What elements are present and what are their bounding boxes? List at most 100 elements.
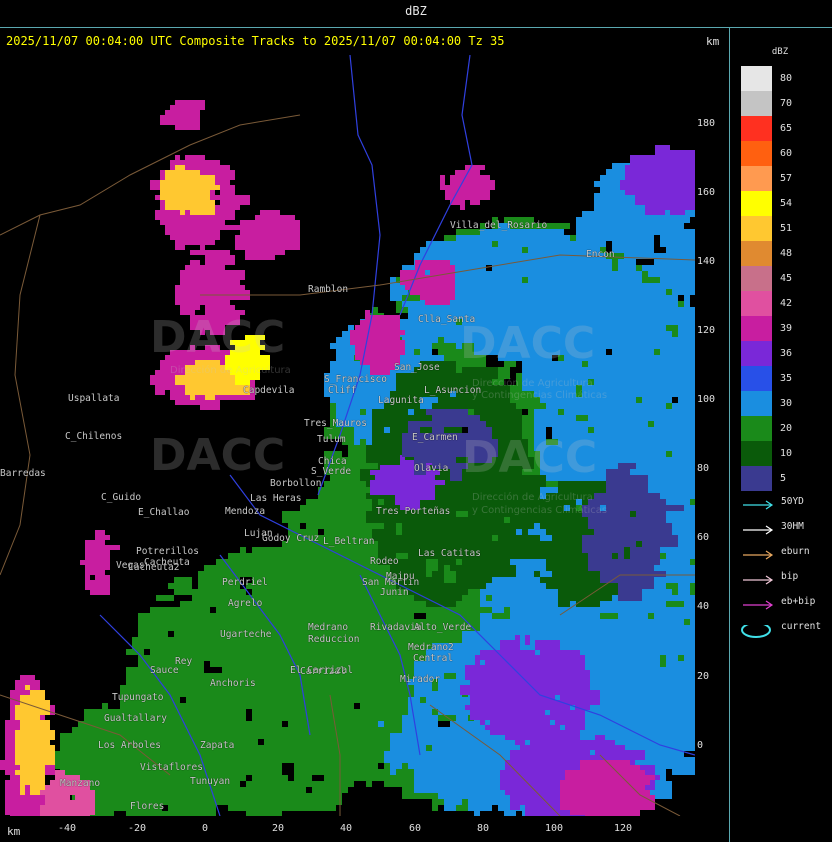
y-tick-label: 20 [697,671,710,682]
place-label: Cacheuta2 [128,562,180,573]
place-label: E_Challao [138,507,190,518]
y-tick-label: 60 [697,532,710,543]
x-tick-label: 100 [545,823,564,834]
frame-top-line [0,27,832,28]
place-label: L_Beltran [323,536,375,547]
x-tick-label: 20 [272,823,285,834]
place-label: Lujan [244,528,273,539]
legend-level-label: 35 [780,373,793,384]
x-tick-label: 60 [409,823,422,834]
composite-tracks-header: 2025/11/07 00:04:00 UTC Composite Tracks… [6,34,505,48]
place-label: Ramblon [308,284,349,295]
watermark-subtext: Dirección de Agricultura [472,378,593,389]
legend-swatch [741,391,772,416]
legend-level-label: 20 [780,423,793,434]
legend-swatch [741,341,772,366]
place-label: C_Chilenos [65,431,123,442]
legend-level-label: 10 [780,448,793,459]
legend-level-label: 70 [780,98,793,109]
place-label: Tunuyan [190,776,231,787]
legend-swatch [741,266,772,291]
legend-swatch [741,291,772,316]
legend-swatch [741,466,772,491]
place-label: Central [413,653,454,664]
legend-swatch [741,66,772,91]
legend-level-label: 45 [780,273,793,284]
frame-sidebar-line [729,27,730,842]
place-label: Tupungato [112,692,164,703]
place-label: Mendoza [225,506,266,517]
place-label: Perdriel [222,577,268,588]
track-legend-label: eburn [781,546,810,557]
place-label: Medrano2 [408,642,454,653]
place-label: Rey [175,656,193,667]
place-label: Alto_Verde [414,622,472,633]
x-tick-label: 0 [202,823,209,834]
track-legend-item: bip [741,571,829,587]
window-title: dBZ [405,4,427,18]
watermark-text: DACC [150,312,286,363]
place-label: Gualtallary [104,713,167,724]
legend-level-label: 57 [780,173,793,184]
y-tick-label: 120 [697,325,716,336]
legend-level-label: 51 [780,223,793,234]
legend-level-label: 39 [780,323,793,334]
x-tick-label: 80 [477,823,490,834]
place-label: Barredas [0,468,46,479]
place-label: Uspallata [68,393,120,404]
place-label: C_Guido [101,492,142,503]
y-tick-label: 40 [697,601,710,612]
track-arrow-icon [743,600,774,610]
watermark-text: DACC [150,430,286,481]
legend-swatch [741,416,772,441]
watermark-text: DACC [460,318,596,369]
place-label: Cliff [328,385,357,396]
place-label: San Martin [362,577,420,588]
place-label: Medrano [308,622,349,633]
legend-swatch [741,116,772,141]
place-label: Clla_Santa [418,314,476,325]
current-ellipse-icon [741,625,771,638]
legend-title: dBZ [771,47,789,57]
track-legend-label: eb+bip [781,596,816,607]
track-legend-label: current [781,621,822,632]
y-tick-label: 80 [697,463,710,474]
track-legend-item: current [741,621,829,638]
x-tick-label: 120 [614,823,633,834]
legend-swatch [741,241,772,266]
place-label: Rodeo [370,556,399,567]
place-label: Mirador [400,674,441,685]
legend-swatch [741,316,772,341]
place-label: Anchoris [210,678,256,689]
x-tick-label: -40 [58,823,77,834]
watermark-subtext: y Contingencias Climáticas [472,505,608,516]
track-legend-item: eburn [741,546,829,562]
legend-swatch [741,441,772,466]
place-label: Lagunita [378,395,424,406]
watermark-subtext: y Contingencias Climáticas [472,390,608,401]
legend-swatch [741,191,772,216]
place-label: Junin [380,587,409,598]
legend-level-label: 5 [780,473,787,484]
legend-level-label: 36 [780,348,793,359]
place-label: Zapata [200,740,235,751]
legend-level-label: 60 [780,148,793,159]
legend-swatch [741,366,772,391]
place-label: Capdevila [243,385,295,396]
legend-swatch [741,216,772,241]
legend-level-label: 42 [780,298,793,309]
place-label: Vistaflores [140,762,203,773]
legend-level-label: 48 [780,248,793,259]
place-label: San_Jose [394,362,440,373]
track-legend-item: 30HM [741,521,829,537]
place-label: Encon [586,249,615,260]
y-tick-label: 140 [697,256,716,267]
place-label: S_Francisco [324,374,387,385]
y-tick-label: 160 [697,187,716,198]
place-label: S_Verde [311,466,352,477]
track-legend-label: 50YD [781,496,804,507]
place-label: E_Carmen [412,432,458,443]
place-label: Villa_del_Rosario [450,220,548,231]
unit-label-top: km [706,35,720,48]
track-arrow-icon [743,500,774,510]
